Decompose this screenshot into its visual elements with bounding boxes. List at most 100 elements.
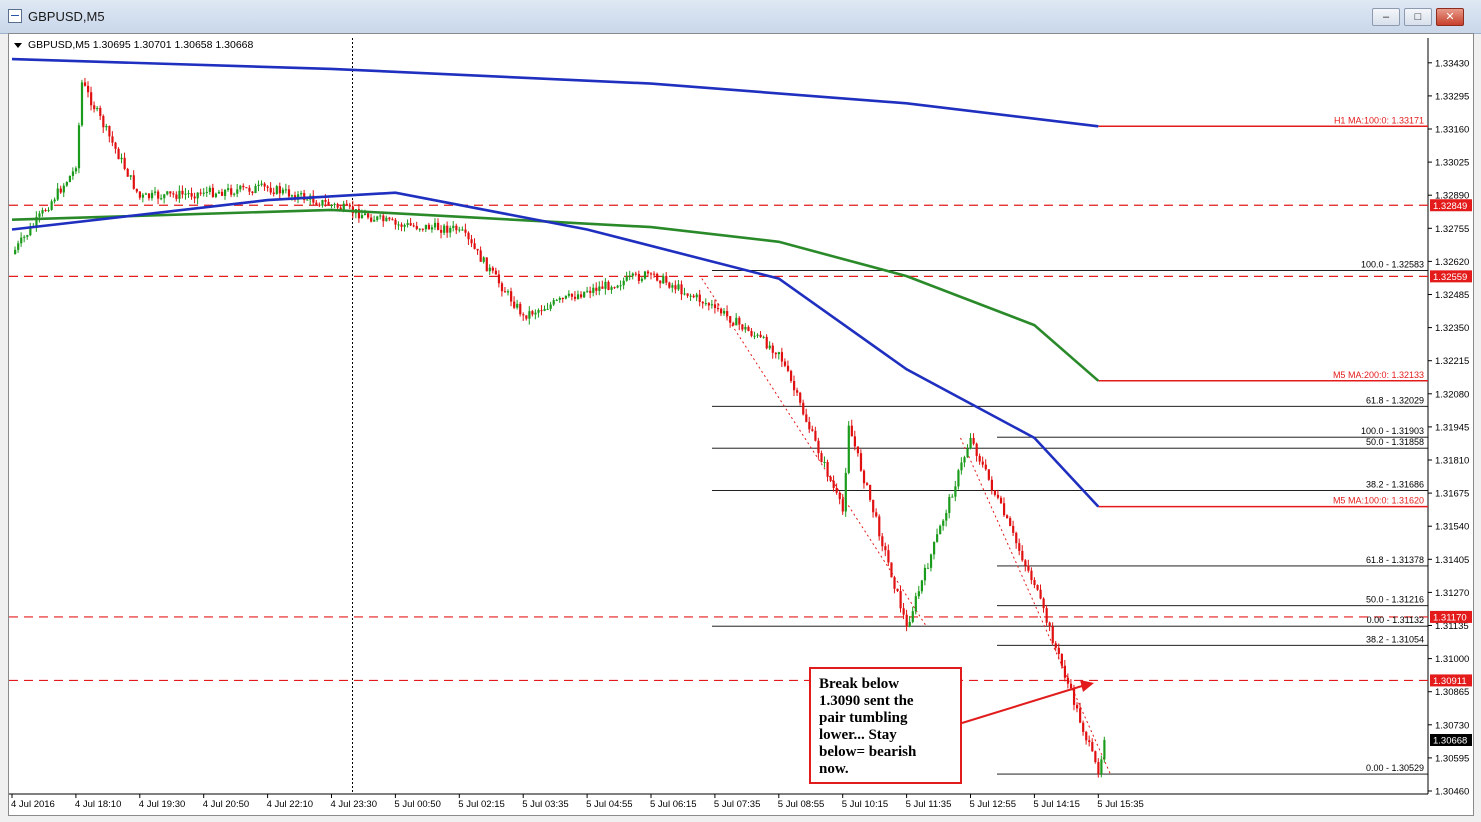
candle-body [896, 588, 899, 592]
candle-body [90, 92, 93, 106]
candle-body [1094, 751, 1097, 763]
moving-average-line [11, 57, 1099, 128]
candle-body [257, 184, 260, 187]
candle-body [412, 225, 415, 227]
candle-body [768, 345, 771, 349]
candle-body [573, 296, 577, 299]
candle-body [1082, 722, 1085, 732]
candle-body [62, 185, 65, 193]
candle-body [817, 440, 820, 454]
candle-body [747, 326, 750, 331]
candle-body [841, 499, 844, 512]
candle-body [716, 307, 720, 310]
candle-body [68, 175, 72, 183]
candle-body [510, 291, 513, 302]
candle-body [981, 461, 984, 465]
candle-body [86, 85, 90, 93]
candle-body [516, 303, 519, 308]
price-chart[interactable]: 1.334301.332951.331601.330251.328901.327… [0, 0, 1481, 822]
candle-body [71, 171, 75, 176]
candle-body [799, 392, 802, 403]
dropdown-arrow-icon[interactable] [14, 43, 22, 48]
candle-body [735, 317, 738, 326]
candle-body [622, 280, 625, 286]
candle-body [175, 194, 178, 199]
ma-level-label: H1 MA:100:0: 1.33171 [1334, 115, 1424, 125]
candle-body [759, 334, 762, 338]
candle-body [449, 227, 452, 233]
chart-symbol-header: GBPUSD,M5 1.30695 1.30701 1.30658 1.3066… [28, 39, 253, 51]
candle-body [710, 304, 714, 306]
candle-body [208, 187, 211, 192]
candle-body [169, 191, 172, 194]
candle-body [522, 314, 525, 316]
candle-body [628, 275, 631, 277]
price-tick-label: 1.30460 [1435, 787, 1469, 798]
candle-body [1076, 704, 1079, 709]
candle-body [415, 225, 418, 230]
candle-body [217, 191, 221, 194]
candle-body [458, 229, 461, 231]
candle-body [990, 479, 993, 491]
candle-body [914, 596, 917, 612]
time-tick-label: 4 Jul 18:10 [75, 799, 121, 810]
candle-body [172, 193, 175, 195]
candle-body [1091, 742, 1094, 752]
candle-body [643, 271, 647, 279]
price-tick-label: 1.33295 [1435, 91, 1469, 102]
candle-body [1002, 503, 1006, 516]
candle-body [1024, 560, 1027, 566]
arrowhead-icon [1080, 680, 1094, 692]
candle-body [437, 222, 440, 230]
candle-body [239, 185, 242, 190]
candle-body [473, 243, 476, 249]
candle-body [254, 186, 257, 194]
time-tick-label: 5 Jul 00:50 [394, 799, 440, 810]
candle-body [567, 293, 571, 296]
candle-body [625, 276, 628, 281]
candle-body [1085, 731, 1088, 741]
candle-body [111, 136, 114, 143]
price-label-text: 1.31170 [1433, 612, 1467, 623]
candle-body [723, 311, 726, 314]
candle-body [74, 168, 78, 172]
candle-body [939, 525, 942, 535]
fibonacci-level-label: 38.2 - 1.31054 [1366, 634, 1424, 644]
candle-body [561, 298, 564, 300]
candle-body [549, 304, 552, 309]
candle-body [1012, 525, 1015, 533]
candle-body [80, 82, 84, 126]
candle-body [823, 461, 826, 463]
candle-body [47, 209, 50, 211]
time-tick-label: 5 Jul 03:35 [522, 799, 568, 810]
candle-body [893, 577, 896, 589]
candle-body [1015, 532, 1018, 544]
moving-average-line [11, 191, 1100, 508]
candle-body [476, 248, 479, 251]
candle-body [324, 199, 327, 202]
candle-body [1100, 759, 1103, 774]
candle-body [482, 257, 485, 262]
candle-body [236, 189, 239, 194]
candle-body [774, 352, 777, 355]
candle-body [975, 443, 978, 457]
candle-body [160, 198, 163, 200]
candle-body [948, 496, 951, 513]
fibonacci-level-label: 100.0 - 1.31903 [1361, 426, 1424, 436]
time-tick-label: 5 Jul 07:35 [714, 799, 760, 810]
candle-body [330, 205, 333, 207]
candle-body [978, 456, 981, 462]
candle-body [814, 430, 817, 441]
candle-body [1051, 626, 1054, 644]
candle-body [543, 309, 546, 311]
candle-body [859, 453, 863, 471]
candle-body [595, 287, 598, 291]
annotation-line: now. [819, 761, 849, 777]
candle-body [963, 457, 966, 463]
candle-body [367, 213, 370, 218]
candle-body [56, 188, 59, 200]
candle-body [796, 390, 799, 393]
candle-body [634, 273, 637, 275]
candle-body [865, 483, 869, 485]
candle-body [50, 201, 53, 210]
